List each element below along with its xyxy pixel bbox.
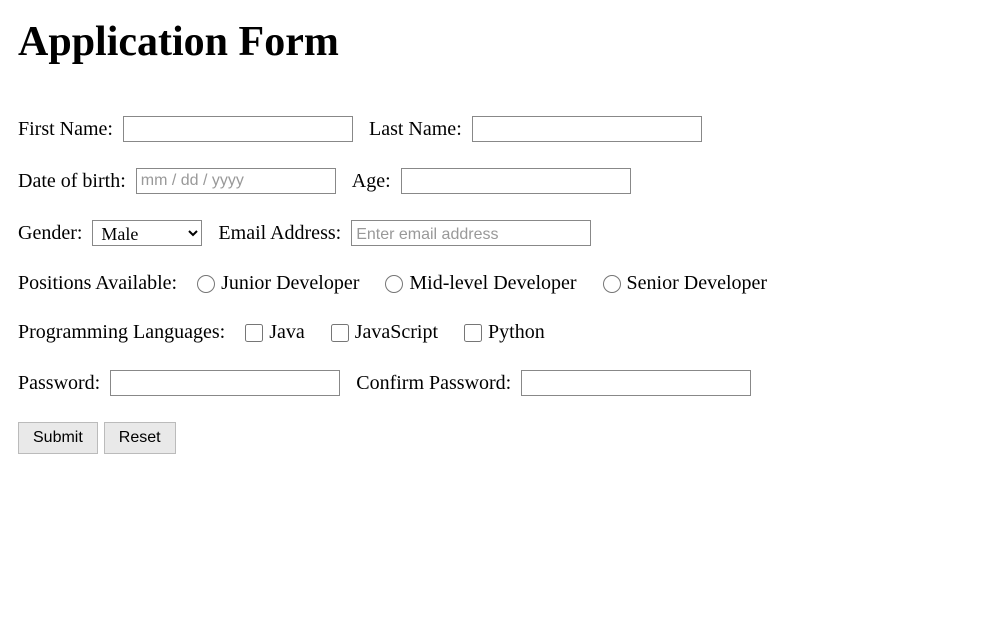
gender-select[interactable]: Male Female (92, 220, 202, 246)
language-checkbox-java[interactable] (245, 324, 263, 342)
application-form: First Name: Last Name: Date of birth: Ag… (18, 116, 982, 454)
position-label-mid: Mid-level Developer (409, 272, 576, 295)
gender-label: Gender: (18, 222, 82, 245)
age-label: Age: (352, 170, 391, 193)
position-radio-senior[interactable] (603, 275, 621, 293)
submit-button[interactable]: Submit (18, 422, 98, 454)
language-label-python: Python (488, 321, 545, 344)
row-positions: Positions Available: Junior Developer Mi… (18, 272, 982, 295)
row-dob-age: Date of birth: Age: (18, 168, 982, 194)
age-input[interactable] (401, 168, 631, 194)
password-label: Password: (18, 372, 100, 395)
languages-label: Programming Languages: (18, 321, 225, 344)
position-radio-junior[interactable] (197, 275, 215, 293)
dob-input[interactable] (136, 168, 336, 194)
confirm-password-label: Confirm Password: (356, 372, 511, 395)
position-label-junior: Junior Developer (221, 272, 359, 295)
language-checkbox-python[interactable] (464, 324, 482, 342)
first-name-label: First Name: (18, 118, 113, 141)
email-label: Email Address: (218, 222, 341, 245)
first-name-input[interactable] (123, 116, 353, 142)
position-radio-mid[interactable] (385, 275, 403, 293)
page-title: Application Form (18, 18, 982, 66)
confirm-password-input[interactable] (521, 370, 751, 396)
row-gender-email: Gender: Male Female Email Address: (18, 220, 982, 246)
email-input[interactable] (351, 220, 591, 246)
language-checkbox-javascript[interactable] (331, 324, 349, 342)
row-buttons: Submit Reset (18, 422, 982, 454)
language-label-java: Java (269, 321, 305, 344)
language-label-javascript: JavaScript (355, 321, 438, 344)
last-name-label: Last Name: (369, 118, 462, 141)
positions-label: Positions Available: (18, 272, 177, 295)
password-input[interactable] (110, 370, 340, 396)
row-password: Password: Confirm Password: (18, 370, 982, 396)
row-name: First Name: Last Name: (18, 116, 982, 142)
last-name-input[interactable] (472, 116, 702, 142)
reset-button[interactable]: Reset (104, 422, 176, 454)
position-label-senior: Senior Developer (627, 272, 768, 295)
dob-label: Date of birth: (18, 170, 126, 193)
row-languages: Programming Languages: Java JavaScript P… (18, 321, 982, 344)
